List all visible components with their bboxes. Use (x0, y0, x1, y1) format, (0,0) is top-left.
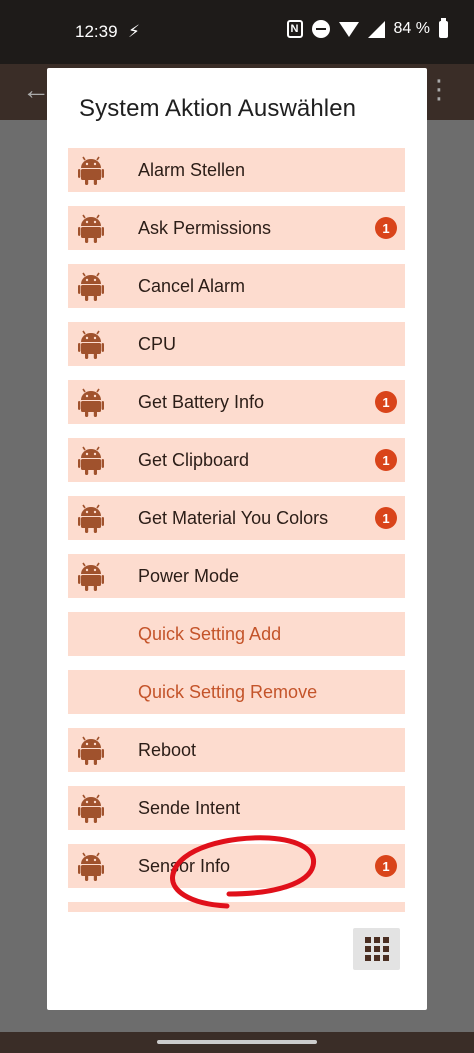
android-icon (78, 852, 104, 887)
wifi-icon (338, 21, 359, 37)
status-time: 12:39 (75, 22, 118, 41)
android-icon (78, 504, 104, 539)
android-icon (78, 272, 104, 307)
action-item[interactable]: Alarm Stellen (68, 148, 405, 192)
android-icon (78, 562, 104, 597)
action-item-label: Ask Permissions (138, 218, 272, 238)
dialog-title: System Aktion Auswählen (79, 95, 357, 122)
notification-badge: 1 (375, 855, 397, 877)
action-item-label: Reboot (138, 740, 197, 760)
action-list[interactable]: Alarm Stellen Ask Permissions 1 Cancel Alar… (68, 148, 405, 912)
action-item-label: Get Clipboard (138, 450, 250, 470)
signal-icon (367, 20, 385, 38)
grid-icon (364, 937, 389, 961)
action-item[interactable]: Get Battery Info 1 (68, 380, 405, 424)
battery-icon (439, 17, 448, 38)
android-icon (78, 156, 104, 191)
notification-badge: 1 (375, 507, 397, 529)
action-item-label: Quick Setting Add (138, 624, 282, 644)
action-item[interactable]: Reboot (68, 728, 405, 772)
action-item[interactable]: Get Material You Colors 1 (68, 496, 405, 540)
gesture-handle[interactable] (157, 1040, 317, 1044)
action-item[interactable]: Get Clipboard 1 (68, 438, 405, 482)
android-icon (78, 794, 104, 829)
action-item-label: CPU (138, 334, 177, 354)
notification-badge: 1 (375, 449, 397, 471)
action-item-label: Sende Intent (138, 798, 241, 818)
action-item[interactable]: Quick Setting Remove (68, 670, 405, 714)
charging-icon: ⚡ (128, 22, 140, 41)
red-annotation-circle (170, 835, 317, 909)
more-vert-icon[interactable]: ⋮ (426, 74, 452, 105)
status-bar: 12:39 ⚡ N 84 % (0, 0, 474, 64)
notification-badge: 1 (375, 217, 397, 239)
action-item[interactable]: CPU (68, 322, 405, 366)
do-not-disturb-icon (311, 20, 330, 38)
action-item[interactable]: Power Mode (68, 554, 405, 598)
action-item-label: Alarm Stellen (138, 160, 246, 180)
notification-badge: 1 (375, 391, 397, 413)
nfc-icon: N (286, 20, 303, 38)
android-icon (78, 214, 104, 249)
android-icon (78, 446, 104, 481)
grid-view-button[interactable] (353, 928, 400, 970)
back-arrow-icon[interactable]: ← (22, 74, 50, 106)
action-item-label: Power Mode (138, 566, 240, 586)
android-icon (78, 388, 104, 423)
android-icon (78, 330, 104, 365)
action-item[interactable]: Ask Permissions 1 (68, 206, 405, 250)
action-item[interactable]: Cancel Alarm (68, 264, 405, 308)
action-item[interactable]: Quick Setting Add (68, 612, 405, 656)
action-item-label: Cancel Alarm (138, 276, 246, 296)
select-action-dialog: System Aktion Auswählen Alarm Stellen Ask… (47, 68, 427, 1010)
battery-percent: 84 % (393, 20, 430, 37)
android-icon (78, 736, 104, 771)
action-item-label: Get Material You Colors (138, 508, 329, 528)
action-item[interactable]: Sende Intent (68, 786, 405, 830)
action-item-label: Quick Setting Remove (138, 682, 318, 702)
action-item-label: Get Battery Info (138, 392, 265, 412)
